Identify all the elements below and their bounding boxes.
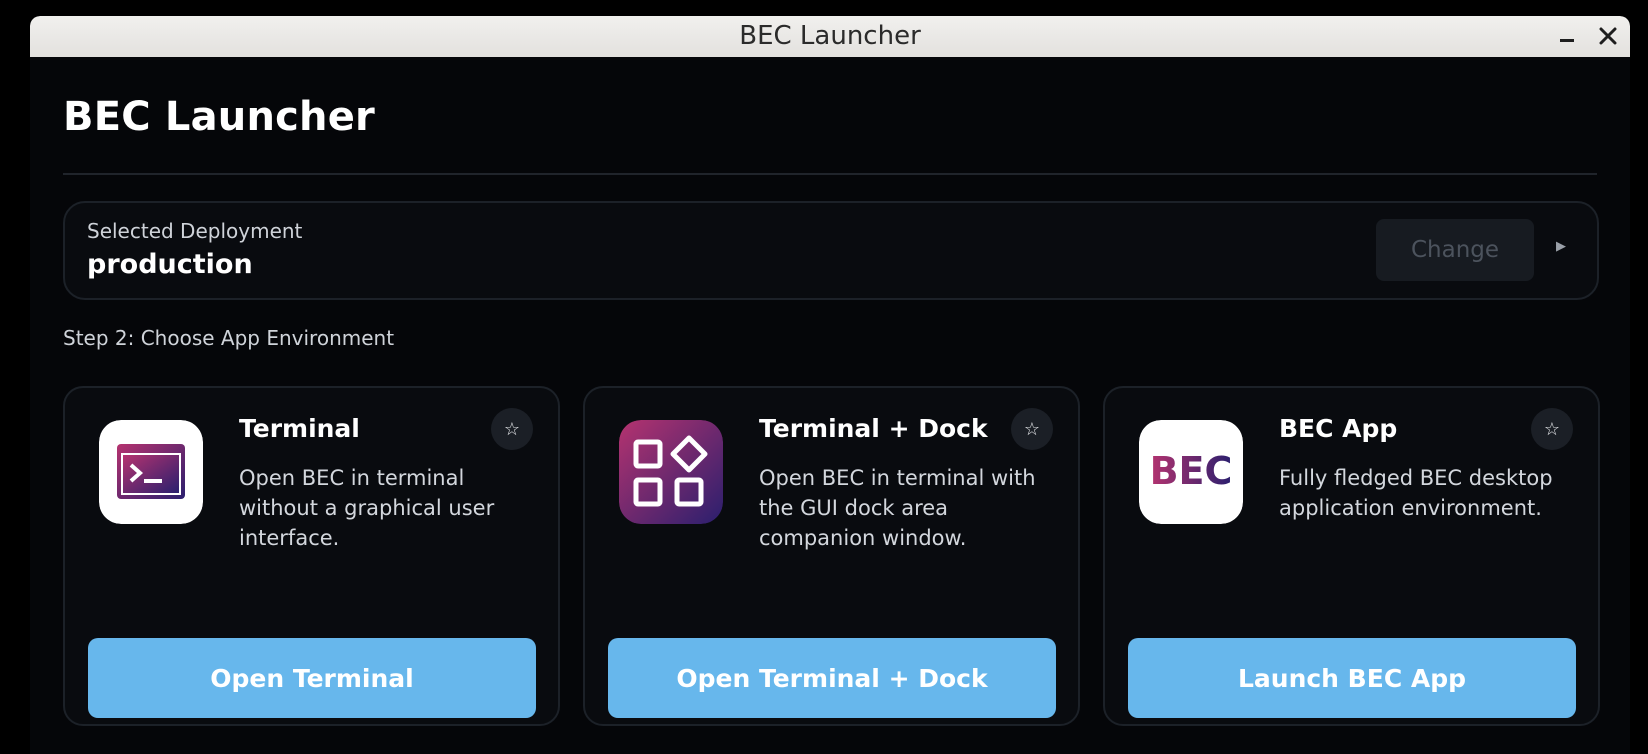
open-terminal-button[interactable]: Open Terminal: [88, 638, 536, 718]
header-divider: [63, 173, 1597, 175]
minimize-icon: [1560, 39, 1574, 42]
card-description: Fully fledged BEC desktop application en…: [1279, 466, 1553, 520]
terminal-dock-card: Terminal + Dock Open BEC in terminal wit…: [583, 386, 1080, 726]
bec-logo-icon: BEC: [1139, 420, 1243, 524]
favorite-star-button[interactable]: ☆: [1531, 408, 1573, 450]
bec-app-card: BEC BEC App Fully fledged BEC desktop ap…: [1103, 386, 1600, 726]
favorite-star-button[interactable]: ☆: [1011, 408, 1053, 450]
card-description: Open BEC in terminal with the GUI dock a…: [759, 466, 1036, 550]
card-title: BEC App: [1279, 414, 1398, 443]
deployment-value: production: [87, 249, 253, 280]
title-bar[interactable]: BEC Launcher: [30, 16, 1630, 57]
deployment-label: Selected Deployment: [87, 219, 303, 243]
expand-arrow-icon[interactable]: ▶: [1556, 239, 1566, 254]
minimize-button[interactable]: [1550, 20, 1584, 52]
terminal-card: Terminal Open BEC in terminal without a …: [63, 386, 560, 726]
open-terminal-dock-button[interactable]: Open Terminal + Dock: [608, 638, 1056, 718]
card-title: Terminal + Dock: [759, 414, 988, 443]
terminal-icon: [99, 420, 203, 524]
page-title: BEC Launcher: [63, 94, 375, 140]
dock-area-icon: [619, 420, 723, 524]
favorite-star-button[interactable]: ☆: [491, 408, 533, 450]
launcher-window: BEC Launcher BEC Launcher Selected Deplo…: [30, 16, 1630, 754]
card-description: Open BEC in terminal without a graphical…: [239, 466, 495, 550]
bec-logo-text: BEC: [1150, 449, 1233, 493]
close-icon: [1599, 27, 1617, 45]
step-label: Step 2: Choose App Environment: [63, 326, 395, 350]
card-title: Terminal: [239, 414, 360, 443]
change-deployment-button[interactable]: Change: [1376, 219, 1534, 281]
close-button[interactable]: [1591, 20, 1625, 52]
star-icon: ☆: [1023, 418, 1041, 440]
deployment-panel: Selected Deployment production Change ▶: [63, 201, 1599, 300]
star-icon: ☆: [1543, 418, 1561, 440]
launch-bec-app-button[interactable]: Launch BEC App: [1128, 638, 1576, 718]
star-icon: ☆: [503, 418, 521, 440]
window-title: BEC Launcher: [739, 21, 921, 51]
